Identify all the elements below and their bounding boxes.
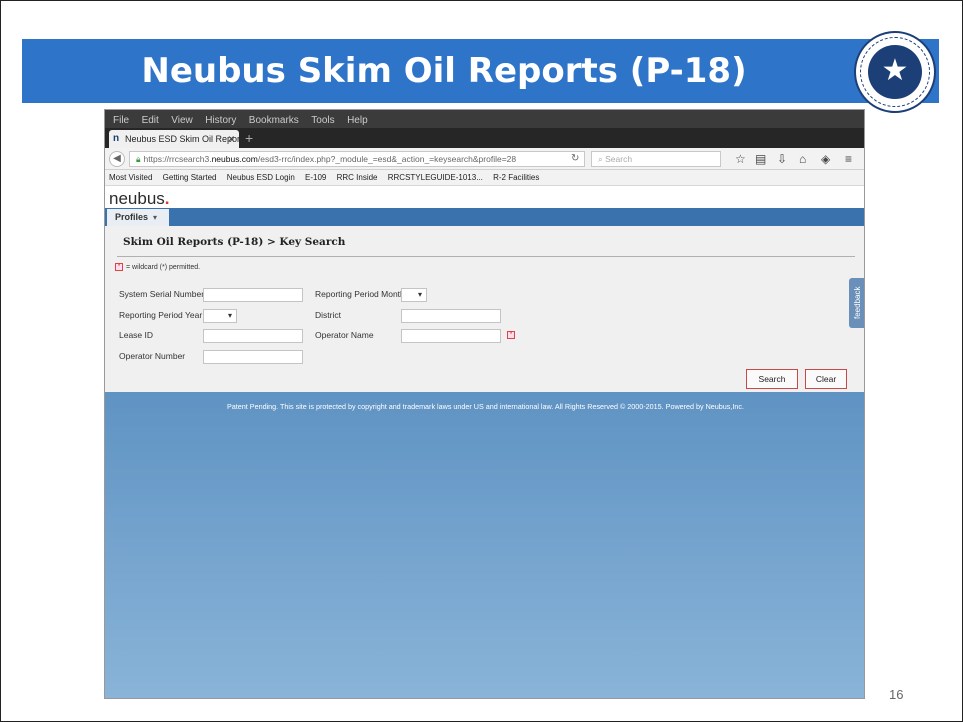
new-tab-icon[interactable]: + <box>245 130 253 146</box>
footer-copyright: Patent Pending. This site is protected b… <box>227 402 744 411</box>
page-title: Skim Oil Reports (P-18) > Key Search <box>123 236 346 248</box>
texas-star-seal-icon: ★ <box>854 31 936 113</box>
bookmark-rrcstyleguide[interactable]: RRCSTYLEGUIDE-1013... <box>388 173 483 182</box>
chevron-down-icon: ▾ <box>153 213 158 222</box>
download-icon[interactable]: ⇩ <box>777 151 787 167</box>
url-bar[interactable]: 🔒︎ https://rrcsearch3.neubus.com/esd3-rrc… <box>129 151 585 167</box>
lease-id-label: Lease ID <box>119 330 154 340</box>
wildcard-icon: * <box>115 263 123 272</box>
logo-text: neubus <box>109 189 165 208</box>
browser-tab[interactable]: n Neubus ESD Skim Oil Reports ✕ <box>109 130 239 148</box>
search-placeholder: Search <box>605 154 633 164</box>
site-navbar: Profiles ▾ <box>105 208 864 226</box>
feedback-label: feedback <box>853 286 862 320</box>
slide-title: Neubus Skim Oil Reports (P-18) <box>141 51 747 91</box>
tab-title: Neubus ESD Skim Oil Reports <box>125 134 239 144</box>
lock-icon: 🔒︎ <box>136 154 141 164</box>
hamburger-menu-icon[interactable]: ≡ <box>845 151 852 167</box>
system-serial-number-input[interactable] <box>203 288 303 302</box>
url-path: /esd3-rrc/index.php?_module_=esd&_action… <box>257 154 517 164</box>
profiles-menu-button[interactable]: Profiles ▾ <box>107 209 169 226</box>
slide: Neubus Skim Oil Reports (P-18) ★ File Ed… <box>0 0 963 722</box>
operator-name-input[interactable] <box>401 329 501 343</box>
key-search-panel: Skim Oil Reports (P-18) > Key Search * = … <box>105 226 864 392</box>
bookmarks-bar: Most Visited Getting Started Neubus ESD … <box>105 170 864 186</box>
seal-center: ★ <box>868 45 922 99</box>
reporting-period-month-select[interactable]: ▾ <box>401 288 427 302</box>
logo-mark: . <box>164 189 170 208</box>
district-label: District <box>315 310 341 320</box>
search-button[interactable]: Search <box>746 369 798 389</box>
bookmark-star-icon[interactable]: ☆ <box>735 151 746 167</box>
reporting-period-year-label: Reporting Period Year <box>119 310 203 320</box>
slide-page-number: 16 <box>889 687 904 702</box>
bookmark-rrc-inside[interactable]: RRC Inside <box>337 173 378 182</box>
close-tab-icon[interactable]: ✕ <box>227 130 235 148</box>
home-icon[interactable]: ⌂ <box>799 151 806 167</box>
url-domain: neubus.com <box>211 154 258 164</box>
bookmark-getting-started[interactable]: Getting Started <box>163 173 217 182</box>
page-footer: Patent Pending. This site is protected b… <box>105 392 864 698</box>
back-button[interactable]: ◀ <box>109 151 125 167</box>
bookmark-neubus-esd-login[interactable]: Neubus ESD Login <box>227 173 295 182</box>
browser-search-input[interactable]: ⌕ Search <box>591 151 721 167</box>
reading-list-icon[interactable]: ▤ <box>755 151 766 167</box>
bookmark-r2-facilities[interactable]: R-2 Facilities <box>493 173 539 182</box>
url-prefix: https://rrcsearch3. <box>143 154 212 164</box>
profiles-label: Profiles <box>115 212 149 222</box>
browser-menubar: File Edit View History Bookmarks Tools H… <box>105 110 864 128</box>
star-icon: ★ <box>881 54 909 87</box>
reporting-period-year-select[interactable]: ▾ <box>203 309 237 323</box>
wildcard-note-text: = wildcard (*) permitted. <box>126 264 201 271</box>
feedback-tab[interactable]: feedback <box>849 278 864 328</box>
operator-number-input[interactable] <box>203 350 303 364</box>
bookmark-most-visited[interactable]: Most Visited <box>109 173 152 182</box>
neubus-logo: neubus. <box>109 190 170 208</box>
neubus-favicon-icon: n <box>113 133 120 144</box>
browser-screenshot: File Edit View History Bookmarks Tools H… <box>104 109 865 699</box>
reload-icon[interactable]: ↻ <box>571 151 579 167</box>
lease-id-input[interactable] <box>203 329 303 343</box>
operator-name-label: Operator Name <box>315 330 374 340</box>
pocket-icon[interactable]: ◈ <box>821 151 830 167</box>
operator-name-wildcard-icon: * <box>507 331 515 339</box>
operator-number-label: Operator Number <box>119 351 186 361</box>
reporting-period-month-label: Reporting Period Month <box>315 289 405 299</box>
system-serial-number-label: System Serial Number <box>119 289 205 299</box>
district-input[interactable] <box>401 309 501 323</box>
wildcard-note: * = wildcard (*) permitted. <box>115 263 200 273</box>
bookmark-e109[interactable]: E-109 <box>305 173 326 182</box>
clear-button[interactable]: Clear <box>805 369 847 389</box>
heading-divider <box>117 256 855 257</box>
browser-tabbar: n Neubus ESD Skim Oil Reports ✕ + <box>105 128 864 148</box>
browser-navbar: ◀ 🔒︎ https://rrcsearch3.neubus.com/esd3-r… <box>105 148 864 170</box>
